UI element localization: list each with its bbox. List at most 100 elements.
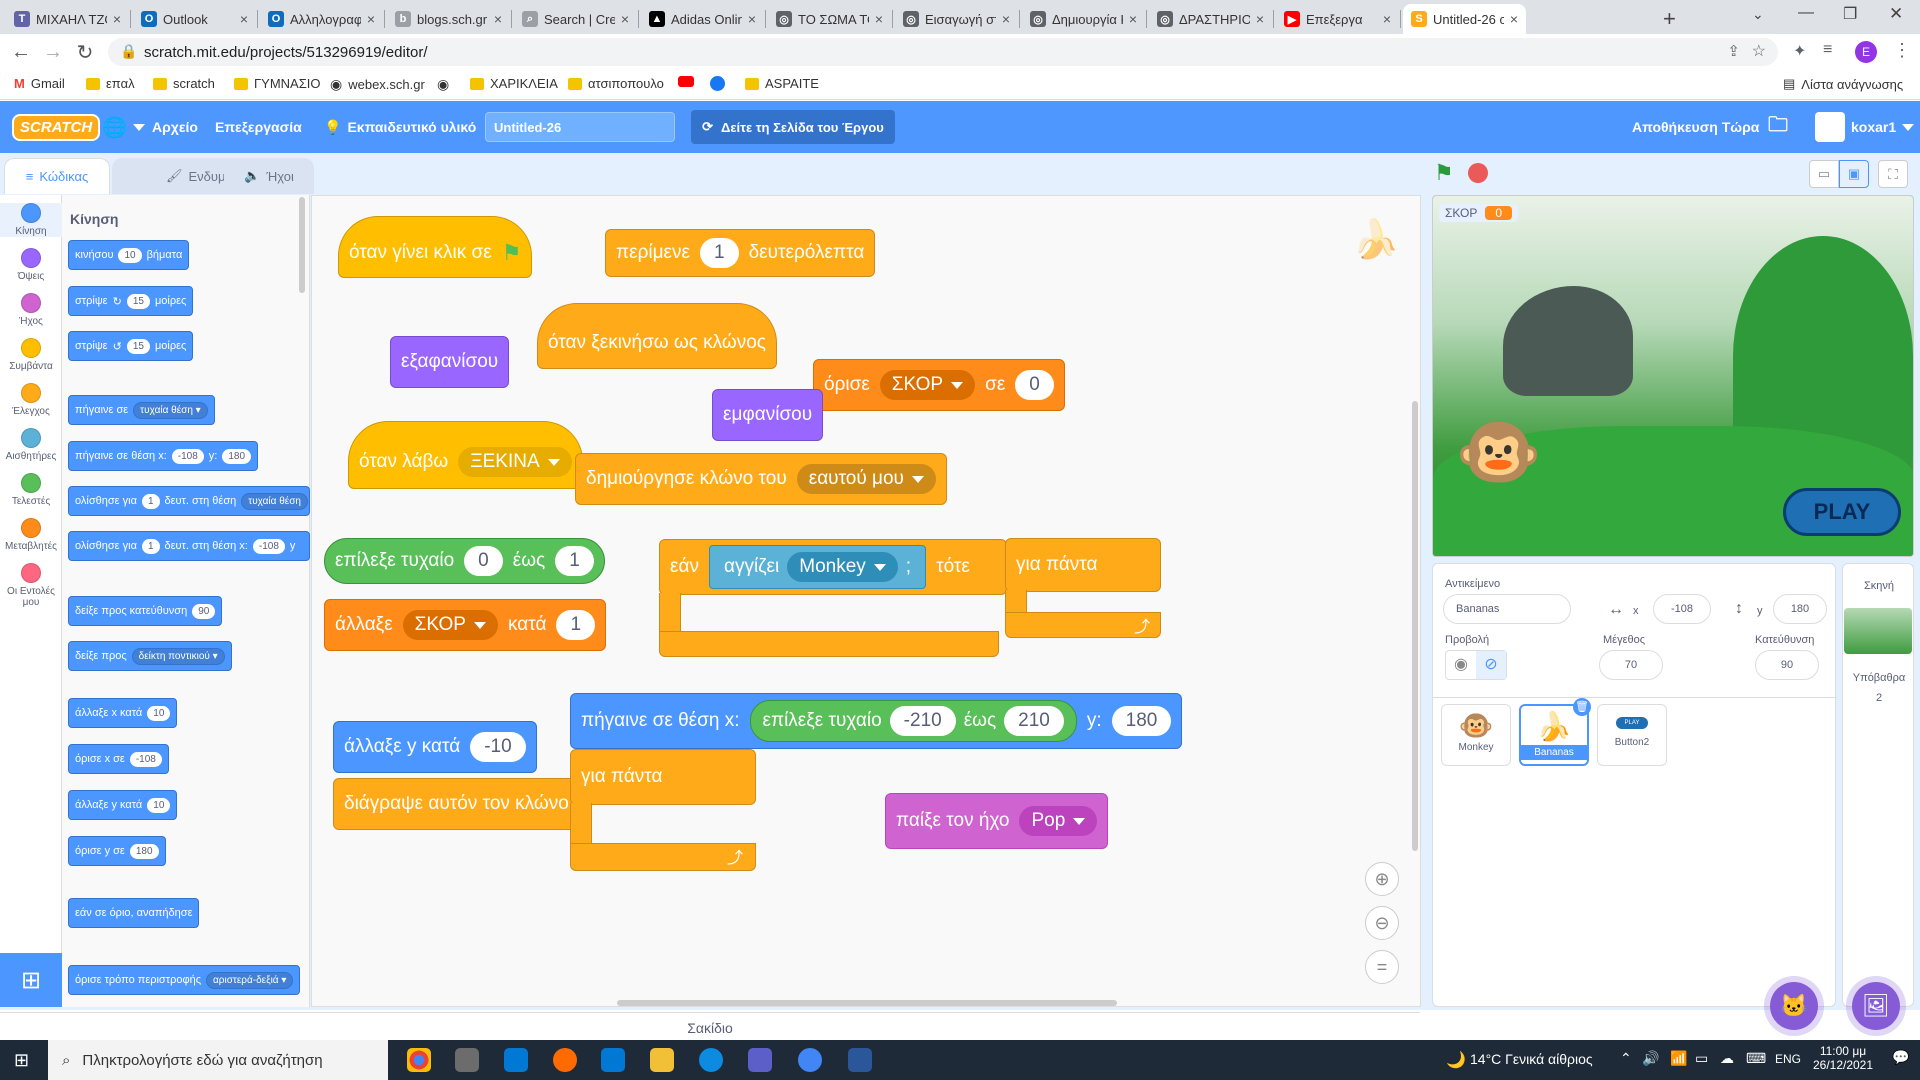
set-x-block[interactable]: όρισε x σε -108 (68, 744, 169, 774)
zoom-in-button[interactable]: ⊕ (1365, 862, 1399, 896)
browser-tab[interactable]: O Αλληλογραφί × (260, 4, 383, 34)
browser-tab[interactable]: T ΜΙΧΑΗΛ ΤΖΟ × (6, 4, 129, 34)
reading-list[interactable]: ▤ Λίστα ανάγνωσης (1783, 76, 1903, 92)
file-explorer-icon[interactable] (650, 1048, 674, 1072)
category-item[interactable]: Αισθητήρες (0, 428, 62, 462)
close-tab-icon[interactable]: × (1256, 11, 1264, 27)
sprite-x-input[interactable]: -108 (1653, 594, 1711, 624)
share-icon[interactable]: ⇪ (1727, 42, 1740, 60)
close-tab-icon[interactable]: × (1510, 11, 1518, 27)
variable-dropdown[interactable]: ΣΚΟΡ (402, 610, 498, 640)
category-item[interactable]: Ήχος (0, 293, 62, 327)
tab-sounds[interactable]: 🔈 Ήχοι (224, 158, 314, 194)
url-input[interactable]: 🔒 scratch.mit.edu/projects/513296919/edi… (108, 38, 1778, 66)
change-x-block[interactable]: άλλαξε x κατά 10 (68, 698, 178, 728)
edge-icon[interactable] (699, 1048, 723, 1072)
firefox-icon[interactable] (553, 1048, 577, 1072)
browser-tab[interactable]: S Untitled-26 c × (1403, 4, 1526, 34)
maximize-icon[interactable]: ❐ (1843, 4, 1857, 24)
block-input[interactable]: 180 (222, 448, 252, 464)
wifi-icon[interactable]: 📶 (1670, 1050, 1687, 1067)
score-monitor[interactable]: ΣΚΟΡ 0 (1439, 204, 1519, 222)
if-then-block[interactable]: εάν αγγίζει Monkey; τότε (659, 539, 1007, 657)
close-tab-icon[interactable]: × (1129, 11, 1137, 27)
windows-start-icon[interactable]: ⊞ (14, 1050, 29, 1071)
tab-search-icon[interactable]: ⌄ (1752, 6, 1764, 23)
battery-icon[interactable]: ▭ (1695, 1050, 1708, 1067)
sprite-thumb-button2[interactable]: PLAY Button2 (1597, 704, 1667, 766)
goto-xy-code-block[interactable]: πήγαινε σε θέση x: επίλεξε τυχαίο -210 έως… (570, 693, 1183, 749)
browser-tab[interactable]: ▶ Επεξεργα × (1276, 4, 1399, 34)
browser-tab[interactable]: ◎ Δημιουργία Κ × (1022, 4, 1145, 34)
eye-hidden-icon[interactable]: ⊘ (1476, 651, 1506, 679)
block-input[interactable]: 0 (464, 546, 503, 576)
create-clone-block[interactable]: δημιούργησε κλώνο του εαυτού μου (575, 453, 947, 505)
zoom-out-button[interactable]: ⊖ (1365, 906, 1399, 940)
glide-block[interactable]: ολίσθησε για 1 δευτ. στη θέση τυχαία θέση (68, 486, 310, 516)
code-workspace[interactable]: 🍌 όταν γίνει κλικ σε ⚑ περίμενε 1 δευτερόλε… (311, 195, 1421, 1007)
media-queue-icon[interactable]: ≡ (1823, 41, 1832, 59)
zoom-reset-button[interactable]: = (1365, 950, 1399, 984)
block-input[interactable]: -108 (252, 538, 285, 554)
close-tab-icon[interactable]: × (748, 11, 756, 27)
see-project-page-button[interactable]: ⟳ Δείτε τη Σελίδα του Έργου (691, 110, 895, 144)
block-input[interactable]: 1 (700, 238, 739, 268)
set-variable-block[interactable]: όρισε ΣΚΟΡ σε 0 (813, 359, 1065, 411)
stop-icon[interactable] (1468, 163, 1488, 183)
block-input[interactable]: 210 (1004, 706, 1064, 736)
forever-block-2[interactable]: για πάντα ⤴ (570, 749, 756, 871)
project-title-input[interactable]: Untitled-26 (485, 112, 675, 142)
block-input[interactable]: -210 (889, 706, 956, 736)
block-input[interactable]: -108 (171, 448, 204, 464)
workspace-horizontal-scrollbar[interactable] (617, 1000, 1117, 1006)
direction-input[interactable]: 90 (1755, 650, 1819, 680)
back-icon[interactable]: ← (6, 34, 36, 70)
minimize-icon[interactable]: — (1798, 4, 1814, 22)
close-tab-icon[interactable]: × (621, 11, 629, 27)
chrome-taskbar-icon[interactable] (407, 1048, 431, 1072)
small-stage-icon[interactable]: ▭ (1809, 160, 1839, 188)
taskbar-search-input[interactable]: ⌕ Πληκτρολογήστε εδώ για αναζήτηση (48, 1040, 388, 1080)
block-input[interactable]: 1 (141, 538, 160, 554)
tab-code[interactable]: ≡ Κώδικας (4, 158, 110, 194)
browser-tab[interactable]: O Outlook × (133, 4, 256, 34)
message-dropdown[interactable]: ΞΕΚΙΝΑ (458, 447, 572, 477)
rotation-style-block[interactable]: όρισε τρόπο περιστροφής αριστερά-δεξιά ▾ (68, 965, 301, 995)
browser-tab[interactable]: ▲ Adidas Online × (641, 4, 764, 34)
browser-tab[interactable]: ◎ ΔΡΑΣΤΗΡΙΟΤ × (1149, 4, 1272, 34)
delete-sprite-icon[interactable]: 🗑 (1573, 698, 1591, 716)
choose-sprite-button[interactable]: 🐱 (1770, 982, 1818, 1030)
point-direction-block[interactable]: δείξε προς κατεύθυνση 90 (68, 596, 223, 626)
block-input[interactable]: 180 (129, 843, 159, 859)
block-input[interactable]: 15 (126, 293, 150, 309)
turn-right-block[interactable]: στρίψε ↻ 15 μοίρες (68, 286, 194, 316)
hide-block[interactable]: εξαφανίσου (390, 336, 510, 388)
close-tab-icon[interactable]: × (875, 11, 883, 27)
goto-block[interactable]: πήγαινε σε τυχαία θέση ▾ (68, 395, 215, 425)
menu-file[interactable]: Αρχείο (152, 101, 198, 153)
block-input[interactable]: 15 (126, 338, 150, 354)
block-input[interactable]: -108 (129, 751, 162, 767)
sprite-y-input[interactable]: 180 (1773, 594, 1827, 624)
notifications-icon[interactable]: 💬 (1892, 1049, 1909, 1066)
bookmark-youtube[interactable] (678, 76, 694, 87)
menu-tutorials[interactable]: 💡 Εκπαιδευτικό υλικό (324, 101, 476, 153)
bookmark-folder-epal[interactable]: επαλ (86, 76, 135, 91)
close-tab-icon[interactable]: × (494, 11, 502, 27)
account-menu[interactable]: koxar1 (1815, 101, 1915, 153)
variable-dropdown[interactable]: ΣΚΟΡ (879, 370, 976, 400)
block-input[interactable]: 10 (147, 705, 171, 721)
block-input[interactable]: -10 (470, 732, 526, 762)
browser-tab[interactable]: ◎ ΤΟ ΣΩΜΑ ΤΟ × (768, 4, 891, 34)
when-flag-clicked-block[interactable]: όταν γίνει κλικ σε ⚑ (338, 216, 533, 278)
pick-random-block[interactable]: επίλεξε τυχαίο -210 έως 210 (749, 700, 1077, 742)
forever-block-1[interactable]: για πάντα ⤴ (1005, 538, 1161, 638)
point-towards-block[interactable]: δείξε προς δείκτη ποντικιού ▾ (68, 641, 232, 671)
forward-icon[interactable]: → (38, 34, 68, 70)
block-dropdown[interactable]: τυχαία θέση ▾ (133, 401, 208, 419)
move-block[interactable]: κινήσου 10 βήματα (68, 240, 190, 270)
mail-icon[interactable] (601, 1048, 625, 1072)
block-input[interactable]: 10 (118, 247, 142, 263)
weather-text[interactable]: 14°C Γενικά αίθριος (1470, 1051, 1593, 1067)
bookmark-folder-aspaite[interactable]: ASPAITE (745, 76, 819, 91)
